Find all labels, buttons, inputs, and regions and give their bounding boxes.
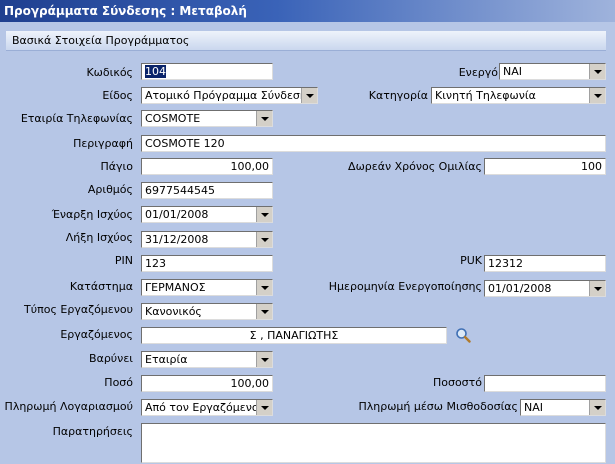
- company-label: Εταιρία Τηλεφωνίας: [20, 112, 133, 125]
- company-select[interactable]: COSMOTE: [141, 110, 273, 127]
- activation-date-select[interactable]: 01/01/2008: [484, 280, 606, 297]
- code-label: Κωδικός: [86, 66, 133, 79]
- puk-field[interactable]: 12312: [484, 255, 606, 272]
- section-title: Βασικά Στοιχεία Προγράμματος: [12, 34, 190, 47]
- payroll-label: Πληρωμή μέσω Μισθοδοσίας: [358, 400, 518, 413]
- payment-select[interactable]: Από τον Εργαζόμενο: [141, 399, 273, 416]
- puk-label: PUK: [460, 254, 482, 267]
- store-select[interactable]: ΓΕΡΜΑΝΟΣ: [141, 279, 273, 296]
- employee-type-label: Τύπος Εργαζόμενου: [24, 303, 133, 316]
- type-label: Είδος: [102, 89, 133, 102]
- notes-label: Παρατηρήσεις: [52, 425, 133, 438]
- active-select[interactable]: ΝΑΙ: [499, 63, 606, 80]
- section-header: Βασικά Στοιχεία Προγράμματος: [6, 31, 606, 51]
- chevron-down-icon[interactable]: [256, 207, 272, 222]
- number-label: Αριθμός: [87, 183, 133, 196]
- start-label: Έναρξη Ισχύος: [51, 208, 133, 221]
- employee-type-select[interactable]: Κανονικός: [141, 303, 273, 320]
- notes-textarea[interactable]: [141, 423, 606, 463]
- activation-date-label: Ημερομηνία Ενεργοποίησης: [328, 280, 482, 293]
- free-talk-label: Δωρεάν Χρόνος Ομιλίας: [348, 160, 482, 173]
- window-title: Προγράμματα Σύνδεσης : Μεταβολή: [4, 4, 247, 18]
- magnifier-icon[interactable]: [455, 327, 471, 343]
- fee-field[interactable]: 100,00: [141, 158, 273, 175]
- start-date-select[interactable]: 01/01/2008: [141, 206, 273, 223]
- category-select[interactable]: Κινητή Τηλεφωνία: [431, 87, 606, 104]
- amount-field[interactable]: 100,00: [141, 375, 273, 392]
- chevron-down-icon[interactable]: [256, 352, 272, 367]
- chevron-down-icon[interactable]: [256, 304, 272, 319]
- percent-field[interactable]: [484, 375, 606, 392]
- store-label: Κατάστημα: [69, 280, 133, 293]
- amount-label: Ποσό: [104, 376, 133, 389]
- payment-label: Πληρωμή Λογαριασμού: [4, 400, 133, 413]
- payroll-select[interactable]: ΝΑΙ: [520, 399, 606, 416]
- employee-field[interactable]: Σ , ΠΑΝΑΓΙΩΤΗΣ: [141, 327, 447, 344]
- end-label: Λήξη Ισχύος: [65, 231, 133, 244]
- window-titlebar: Προγράμματα Σύνδεσης : Μεταβολή: [0, 0, 615, 22]
- number-field[interactable]: 6977544545: [141, 182, 273, 199]
- type-select[interactable]: Ατομικό Πρόγραμμα Σύνδεσης: [141, 87, 318, 104]
- code-field[interactable]: 104: [141, 63, 273, 80]
- active-label: Ενεργό: [458, 66, 498, 79]
- pin-label: PIN: [114, 254, 133, 267]
- chevron-down-icon[interactable]: [256, 111, 272, 126]
- end-date-select[interactable]: 31/12/2008: [141, 231, 273, 248]
- fee-label: Πάγιο: [100, 160, 133, 173]
- charged-to-select[interactable]: Εταιρία: [141, 351, 273, 368]
- description-field[interactable]: COSMOTE 120: [141, 135, 606, 152]
- chevron-down-icon[interactable]: [256, 232, 272, 247]
- category-label: Κατηγορία: [368, 89, 428, 102]
- chevron-down-icon[interactable]: [589, 281, 605, 296]
- chevron-down-icon[interactable]: [256, 280, 272, 295]
- chevron-down-icon[interactable]: [301, 88, 317, 103]
- description-label: Περιγραφή: [73, 137, 133, 150]
- percent-label: Ποσοστό: [432, 376, 482, 389]
- chevron-down-icon[interactable]: [256, 400, 272, 415]
- chevron-down-icon[interactable]: [589, 88, 605, 103]
- charged-to-label: Βαρύνει: [89, 352, 133, 365]
- free-talk-field[interactable]: 100: [484, 158, 606, 175]
- employee-label: Εργαζόμενος: [60, 328, 133, 341]
- chevron-down-icon[interactable]: [589, 64, 605, 79]
- chevron-down-icon[interactable]: [589, 400, 605, 415]
- pin-field[interactable]: 123: [141, 255, 273, 272]
